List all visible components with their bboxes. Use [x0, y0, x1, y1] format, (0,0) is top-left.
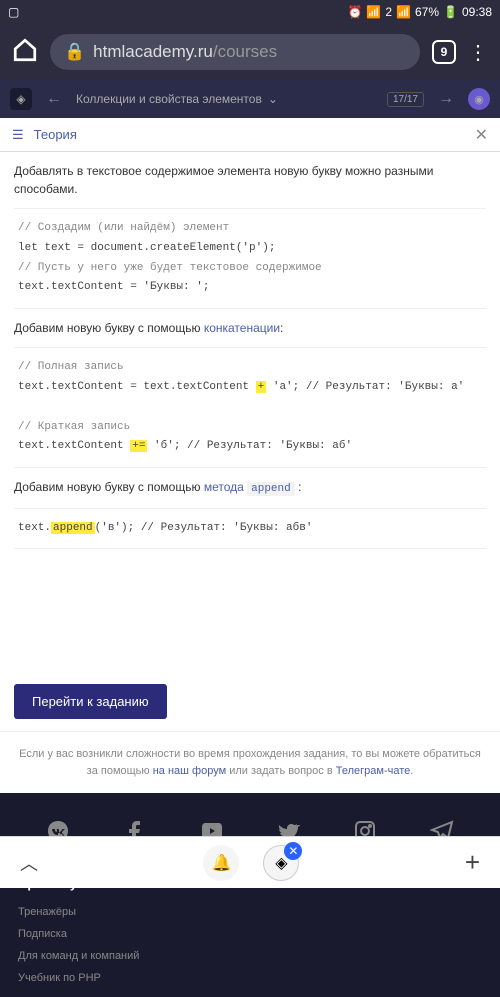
sim-icon: 2 — [385, 5, 392, 19]
close-icon[interactable]: ✕ — [475, 125, 488, 145]
forum-link[interactable]: на наш форум — [153, 765, 226, 777]
battery-icon: 🔋 — [443, 5, 458, 19]
lock-icon: 🔒 — [64, 42, 85, 62]
theory-label: Теория — [34, 127, 77, 142]
signal-icon: 📶 — [396, 5, 411, 19]
code-block-3: text.append('в'); // Результат: 'Буквы: … — [14, 508, 486, 550]
append-text: Добавим новую букву с помощью метода app… — [14, 478, 486, 498]
chevron-up-icon[interactable]: ︿ — [20, 850, 38, 876]
shield-button[interactable]: ◈ ✕ — [263, 845, 299, 881]
tab-switcher[interactable]: 9 — [432, 40, 456, 64]
android-status-bar: ▢ ⏰ 📶 2 📶 67% 🔋 09:38 — [0, 0, 500, 24]
url-bar[interactable]: 🔒 htmlacademy.ru/courses — [50, 34, 420, 70]
course-title[interactable]: Коллекции и свойства элементов ⌄ — [76, 92, 373, 106]
append-link[interactable]: метода append — [204, 480, 295, 494]
lesson-content: Добавлять в текстовое содержимое элемент… — [0, 152, 500, 672]
clock: 09:38 — [462, 5, 492, 19]
bell-button[interactable]: 🔔 — [203, 845, 239, 881]
plus-icon[interactable]: + — [465, 847, 480, 878]
concat-text: Добавим новую букву с помощью конкатенац… — [14, 319, 486, 337]
progress-badge: 17/17 — [387, 92, 424, 107]
url-host: htmlacademy.ru — [93, 42, 213, 61]
battery-text: 67% — [415, 5, 439, 19]
back-arrow-icon[interactable]: ← — [46, 90, 62, 108]
intro-text: Добавлять в текстовое содержимое элемент… — [14, 162, 486, 198]
footer-link-trainers[interactable]: Тренажёры — [18, 901, 482, 923]
home-icon[interactable] — [12, 37, 38, 68]
forward-arrow-icon[interactable]: → — [438, 90, 454, 108]
go-to-task-button[interactable]: Перейти к заданию — [14, 684, 167, 719]
help-text: Если у вас возникли сложности во время п… — [0, 731, 500, 793]
concat-link[interactable]: конкатенации — [204, 321, 280, 335]
alarm-icon: ⏰ — [347, 5, 362, 19]
theory-header: ☰ Теория ✕ — [0, 118, 500, 152]
gallery-icon: ▢ — [8, 5, 19, 19]
chevron-down-icon: ⌄ — [268, 92, 278, 106]
bottom-app-bar: ︿ 🔔 ◈ ✕ + — [0, 836, 500, 888]
hamburger-icon[interactable]: ☰ — [12, 127, 24, 143]
menu-icon[interactable]: ⋮ — [468, 40, 488, 65]
code-block-2: // Полная запись text.textContent = text… — [14, 347, 486, 468]
course-nav: ◈ ← Коллекции и свойства элементов ⌄ 17/… — [0, 80, 500, 118]
url-path: /courses — [213, 42, 277, 61]
footer-link-php[interactable]: Учебник по PHP — [18, 967, 482, 989]
footer-link-teams[interactable]: Для команд и компаний — [18, 945, 482, 967]
footer-link-subscription[interactable]: Подписка — [18, 923, 482, 945]
wifi-icon: 📶 — [366, 5, 381, 19]
code-block-1: // Создадим (или найдём) элемент let tex… — [14, 208, 486, 309]
browser-toolbar: 🔒 htmlacademy.ru/courses 9 ⋮ — [0, 24, 500, 80]
site-footer: Практикум Тренажёры Подписка Для команд … — [0, 793, 500, 997]
close-badge-icon[interactable]: ✕ — [284, 842, 302, 860]
avatar[interactable]: ◉ — [468, 88, 490, 110]
site-logo-icon[interactable]: ◈ — [10, 88, 32, 110]
bell-icon: 🔔 — [211, 853, 231, 873]
telegram-link[interactable]: Телеграм-чате — [336, 765, 411, 777]
